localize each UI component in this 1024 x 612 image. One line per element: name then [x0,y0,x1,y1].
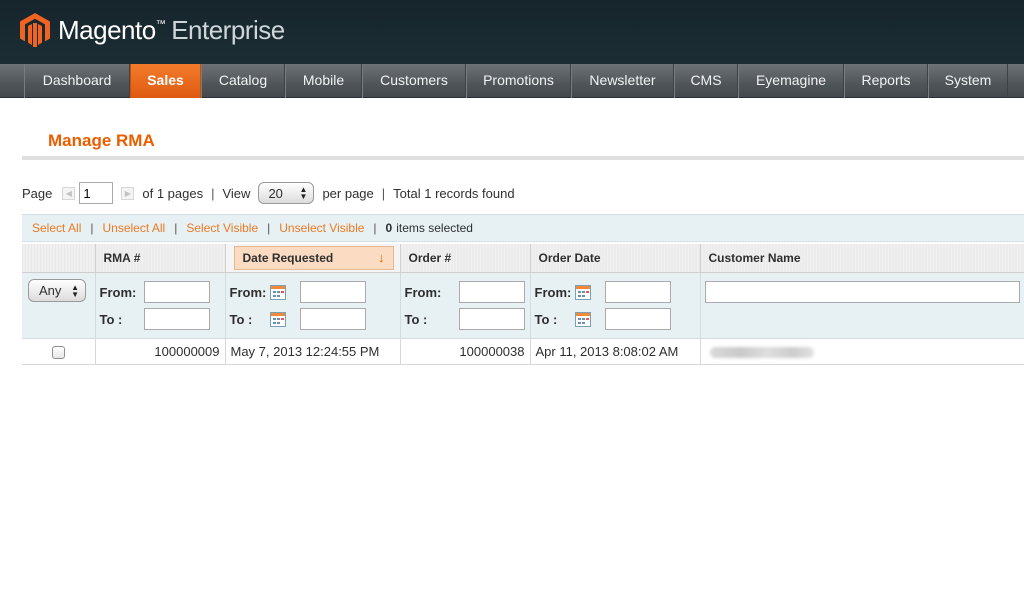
nav-item-sales[interactable]: Sales [130,64,201,98]
column-header-order-date[interactable]: Order Date [530,244,701,273]
pager-separator: | [381,185,386,201]
filter-massaction-cell: Any ▲ ▼ [22,272,96,339]
logo-brand: Magento [58,14,156,45]
massaction-bar: Select All | Unselect All | Select Visib… [22,214,1024,242]
pager-prev-icon[interactable]: ◀ [62,186,76,200]
sort-desc-icon: ↓ [378,250,385,266]
filter-from-label: From: [229,284,267,300]
massaction-separator: | [267,221,271,235]
table-row[interactable]: 100000009 May 7, 2013 12:24:55 PM 100000… [22,338,1024,365]
massaction-separator: | [373,221,377,235]
logo-edition: Enterprise [171,14,285,45]
filter-from-label: From: [99,284,137,300]
order-to-input[interactable] [458,308,525,330]
customer-name-filter-input[interactable] [704,281,1020,303]
cell-rma: 100000009 [95,338,226,365]
select-all-link[interactable]: Select All [32,221,81,235]
grid-filter-row: Any ▲▼ From: To : From: To : From: To : [22,272,1024,339]
filter-rma-cell: From: To : [95,272,226,339]
pager-page-label: Page [22,185,53,201]
page-number-input[interactable] [79,182,114,204]
massaction-separator: | [90,221,94,235]
row-checkbox-cell [22,338,96,365]
filter-from-label: From: [404,284,442,300]
filter-order-date-cell: From: To : [530,272,701,339]
filter-customer-name-cell [700,272,1024,339]
nav-item-promotions[interactable]: Promotions [466,64,571,98]
calendar-icon[interactable] [574,284,591,300]
page-title: Manage RMA [48,131,155,150]
massaction-separator: | [174,221,178,235]
nav-item-newsletter[interactable]: Newsletter [571,64,674,98]
items-selected-label: items selected [396,221,473,235]
massaction-filter-select[interactable]: Any ▲ ▼ [28,278,86,302]
select-updown-icon: ▲ ▼ [299,185,308,201]
filter-to-label: To : [99,311,123,327]
nav-item-catalog[interactable]: Catalog [201,64,285,98]
cell-date-requested: May 7, 2013 12:24:55 PM [225,338,401,365]
admin-header: Magento™ Enterprise [0,0,1024,64]
calendar-icon[interactable] [269,311,286,327]
logo-wordmark: Magento™ Enterprise [58,15,285,46]
title-divider [22,156,1024,160]
rma-to-input[interactable] [143,308,210,330]
pager: Page ◀ ▶ of 1 pages | View 20 ▲▼ per pag… [22,181,515,205]
nav-item-system[interactable]: System [928,64,1008,98]
magento-logo[interactable]: Magento™ Enterprise [20,13,285,47]
column-header-rma[interactable]: RMA # [95,244,226,273]
calendar-icon[interactable] [574,311,591,327]
column-header-order[interactable]: Order # [400,244,531,273]
filter-date-requested-cell: From: To : [225,272,401,339]
order-from-input[interactable] [458,281,525,303]
unselect-visible-link[interactable]: Unselect Visible [279,221,364,235]
massaction-filter-value: Any [39,282,62,298]
cell-order-date: Apr 11, 2013 8:08:02 AM [530,338,701,365]
date-requested-from-input[interactable] [299,281,366,303]
pager-next-icon[interactable]: ▶ [121,186,135,200]
logo-trademark: ™ [155,18,166,30]
selected-count: 0 [385,221,393,235]
column-header-massaction [22,244,96,273]
row-checkbox[interactable] [51,345,65,359]
filter-to-label: To : [404,311,428,327]
nav-item-eyemagine[interactable]: Eyemagine [738,64,844,98]
nav-item-mobile[interactable]: Mobile [285,64,362,98]
column-header-customer-name[interactable]: Customer Name [700,244,1024,273]
select-updown-icon: ▲ ▼ [71,282,79,299]
calendar-icon[interactable] [269,284,286,300]
column-header-date-requested[interactable]: Date Requested ↓ [225,244,401,273]
nav-item-cms[interactable]: CMS [674,64,738,98]
pager-total: Total 1 records found [393,185,515,201]
pager-of-pages: of 1 pages [142,185,204,201]
per-page-value: 20 [268,185,283,201]
nav-item-dashboard[interactable]: Dashboard [24,64,130,98]
grid-header-row: RMA # Date Requested ↓ Order # Order Dat… [22,244,1024,273]
column-header-date-requested-label: Date Requested [242,250,334,265]
nav-item-reports[interactable]: Reports [844,64,928,98]
nav-item-customers[interactable]: Customers [362,64,466,98]
unselect-all-link[interactable]: Unselect All [102,221,165,235]
magento-logo-icon [20,13,50,47]
filter-to-label: To : [534,311,558,327]
filter-from-label: From: [534,284,572,300]
select-visible-link[interactable]: Select Visible [186,221,258,235]
per-page-select[interactable]: 20 ▲ ▼ [258,182,315,204]
filter-order-cell: From: To : [400,272,531,339]
rma-from-input[interactable] [143,281,210,303]
redacted-customer-name [709,346,814,358]
pager-per-page: per page [322,185,374,201]
order-date-to-input[interactable] [604,308,671,330]
rma-grid: RMA # Date Requested ↓ Order # Order Dat… [22,244,1024,365]
pager-view-label: View [222,185,251,201]
date-requested-to-input[interactable] [299,308,366,330]
filter-to-label: To : [229,311,253,327]
cell-order: 100000038 [400,338,531,365]
cell-customer-name [700,338,1024,365]
sorted-column-label: Date Requested ↓ [233,245,394,270]
pager-separator: | [211,185,215,201]
main-nav: Dashboard Sales Catalog Mobile Customers… [0,64,1024,98]
order-date-from-input[interactable] [604,281,671,303]
